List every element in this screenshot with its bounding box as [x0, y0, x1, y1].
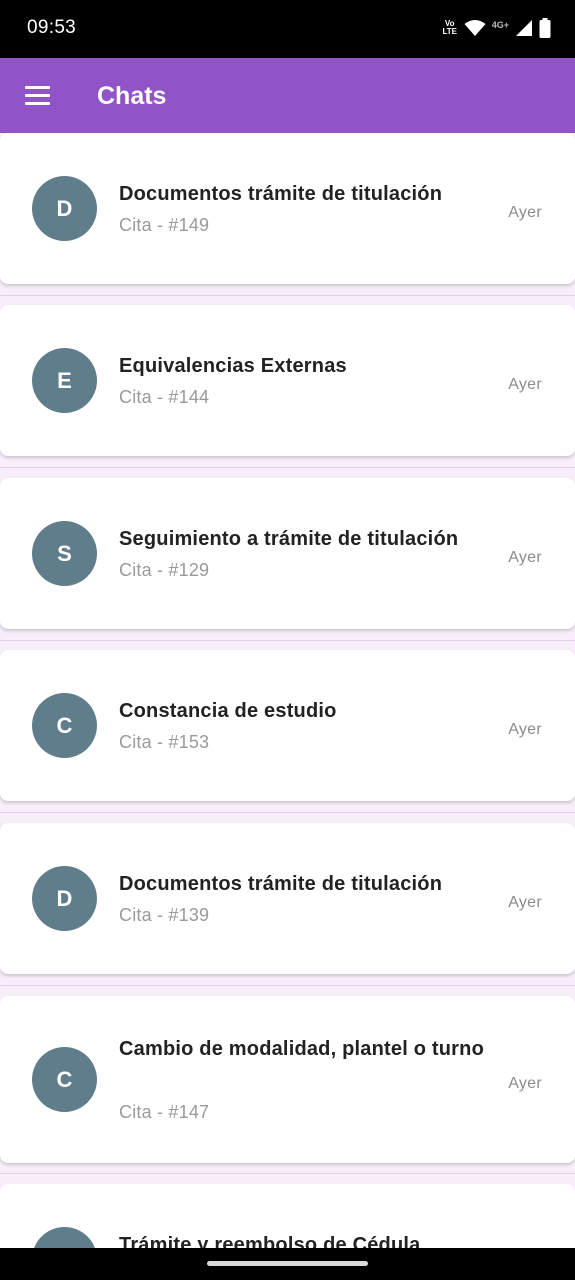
- chat-time: Ayer: [508, 204, 542, 221]
- chat-title: Seguimiento a trámite de titulación: [119, 528, 459, 550]
- chat-list-item[interactable]: S Seguimiento a trámite de titulación Ci…: [0, 478, 575, 629]
- divider: [0, 985, 575, 986]
- avatar: T: [32, 1227, 97, 1248]
- home-gesture-handle[interactable]: [207, 1261, 368, 1266]
- chat-time: Ayer: [508, 894, 542, 911]
- page-title: Chats: [97, 82, 167, 110]
- app-bar: Chats: [0, 58, 575, 133]
- chat-time: Ayer: [508, 1075, 542, 1092]
- chat-title: Trámite y reembolso de Cédula: [119, 1234, 421, 1248]
- signal-icon: [516, 20, 532, 36]
- chat-list-item[interactable]: D Documentos trámite de titulación Cita …: [0, 133, 575, 284]
- chat-subtitle: Cita - #144: [119, 387, 210, 407]
- divider: [0, 295, 575, 296]
- hamburger-menu-icon[interactable]: [25, 86, 50, 105]
- chat-list-item[interactable]: T Trámite y reembolso de Cédula: [0, 1184, 575, 1248]
- chat-title: Cambio de modalidad, plantel o turno: [119, 1038, 484, 1060]
- chat-time: Ayer: [508, 376, 542, 393]
- avatar: D: [32, 176, 97, 241]
- chat-title: Equivalencias Externas: [119, 355, 347, 377]
- divider: [0, 640, 575, 641]
- chat-list-item[interactable]: C Cambio de modalidad, plantel o turno C…: [0, 996, 575, 1163]
- divider: [0, 812, 575, 813]
- chat-list-item[interactable]: C Constancia de estudio Cita - #153 Ayer: [0, 650, 575, 801]
- network-type-label: 4G+: [491, 20, 509, 30]
- avatar: C: [32, 1047, 97, 1112]
- wifi-icon: [464, 20, 486, 36]
- divider: [0, 1173, 575, 1174]
- avatar: E: [32, 348, 97, 413]
- avatar: D: [32, 866, 97, 931]
- chat-subtitle: Cita - #129: [119, 560, 210, 580]
- chat-title: Constancia de estudio: [119, 700, 337, 722]
- status-bar: 09:53 Vo LTE 4G+: [0, 0, 575, 58]
- chat-list-item[interactable]: D Documentos trámite de titulación Cita …: [0, 823, 575, 974]
- volte-icon: Vo LTE: [442, 19, 457, 36]
- battery-icon: [539, 18, 551, 38]
- status-icons: Vo LTE 4G+: [442, 17, 551, 39]
- chat-subtitle: Cita - #147: [119, 1102, 210, 1122]
- chat-time: Ayer: [508, 549, 542, 566]
- chat-list-item[interactable]: E Equivalencias Externas Cita - #144 Aye…: [0, 305, 575, 456]
- avatar: C: [32, 693, 97, 758]
- chat-subtitle: Cita - #149: [119, 215, 210, 235]
- divider: [0, 467, 575, 468]
- chat-title: Documentos trámite de titulación: [119, 873, 443, 895]
- status-time: 09:53: [27, 17, 77, 38]
- chat-time: Ayer: [508, 721, 542, 738]
- chat-subtitle: Cita - #153: [119, 732, 210, 752]
- chat-subtitle: Cita - #139: [119, 905, 210, 925]
- navigation-bar: [0, 1248, 575, 1280]
- chat-title: Documentos trámite de titulación: [119, 183, 443, 205]
- avatar: S: [32, 521, 97, 586]
- chat-list[interactable]: D Documentos trámite de titulación Cita …: [0, 133, 575, 1248]
